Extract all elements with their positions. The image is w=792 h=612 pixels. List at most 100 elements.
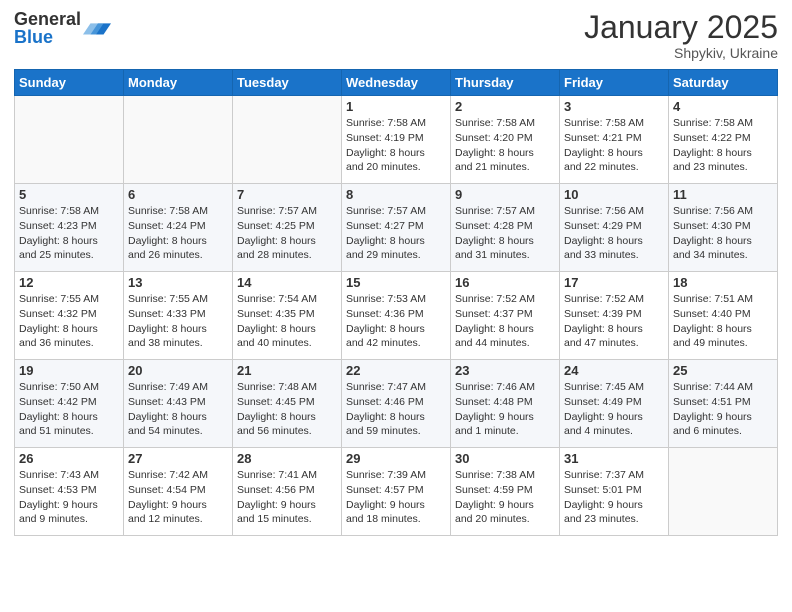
- header-friday: Friday: [560, 70, 669, 96]
- day-info-2-5: Sunrise: 7:52 AMSunset: 4:39 PMDaylight:…: [564, 292, 664, 351]
- day-info-4-3: Sunrise: 7:39 AMSunset: 4:57 PMDaylight:…: [346, 468, 446, 527]
- day-info-2-0: Sunrise: 7:55 AMSunset: 4:32 PMDaylight:…: [19, 292, 119, 351]
- day-num-0-5: 3: [564, 99, 664, 114]
- page-container: General Blue January 2025 Shpykiv, Ukrai…: [0, 0, 792, 542]
- month-title: January 2025: [584, 10, 778, 45]
- cell-2-0: 12 Sunrise: 7:55 AMSunset: 4:32 PMDayligh…: [15, 272, 124, 360]
- cell-4-1: 27 Sunrise: 7:42 AMSunset: 4:54 PMDayligh…: [124, 448, 233, 536]
- day-info-4-5: Sunrise: 7:37 AMSunset: 5:01 PMDaylight:…: [564, 468, 664, 527]
- day-info-4-4: Sunrise: 7:38 AMSunset: 4:59 PMDaylight:…: [455, 468, 555, 527]
- day-info-2-4: Sunrise: 7:52 AMSunset: 4:37 PMDaylight:…: [455, 292, 555, 351]
- day-info-0-5: Sunrise: 7:58 AMSunset: 4:21 PMDaylight:…: [564, 116, 664, 175]
- day-info-1-3: Sunrise: 7:57 AMSunset: 4:27 PMDaylight:…: [346, 204, 446, 263]
- day-num-3-0: 19: [19, 363, 119, 378]
- cell-2-4: 16 Sunrise: 7:52 AMSunset: 4:37 PMDayligh…: [451, 272, 560, 360]
- cell-0-2: [233, 96, 342, 184]
- cell-2-3: 15 Sunrise: 7:53 AMSunset: 4:36 PMDayligh…: [342, 272, 451, 360]
- logo-blue: Blue: [14, 28, 81, 46]
- cell-1-5: 10 Sunrise: 7:56 AMSunset: 4:29 PMDayligh…: [560, 184, 669, 272]
- cell-4-5: 31 Sunrise: 7:37 AMSunset: 5:01 PMDayligh…: [560, 448, 669, 536]
- cell-2-1: 13Sunrise: 7:55 AMSunset: 4:33 PMDayligh…: [124, 272, 233, 360]
- day-num-4-4: 30: [455, 451, 555, 466]
- logo-general: General: [14, 10, 81, 28]
- logo-icon: [83, 14, 111, 42]
- day-num-2-3: 15: [346, 275, 446, 290]
- day-info-1-1: Sunrise: 7:58 AMSunset: 4:24 PMDaylight:…: [128, 204, 228, 263]
- day-info-1-6: Sunrise: 7:56 AMSunset: 4:30 PMDaylight:…: [673, 204, 773, 263]
- day-num-3-2: 21: [237, 363, 337, 378]
- day-num-1-1: 6: [128, 187, 228, 202]
- day-num-4-3: 29: [346, 451, 446, 466]
- day-info-3-1: Sunrise: 7:49 AMSunset: 4:43 PMDaylight:…: [128, 380, 228, 439]
- day-info-1-4: Sunrise: 7:57 AMSunset: 4:28 PMDaylight:…: [455, 204, 555, 263]
- day-num-3-4: 23: [455, 363, 555, 378]
- day-num-3-5: 24: [564, 363, 664, 378]
- day-num-1-5: 10: [564, 187, 664, 202]
- cell-0-0: [15, 96, 124, 184]
- day-num-2-4: 16: [455, 275, 555, 290]
- cell-4-2: 28 Sunrise: 7:41 AMSunset: 4:56 PMDayligh…: [233, 448, 342, 536]
- cell-4-6: [669, 448, 778, 536]
- header-thursday: Thursday: [451, 70, 560, 96]
- cell-2-6: 18Sunrise: 7:51 AMSunset: 4:40 PMDayligh…: [669, 272, 778, 360]
- cell-0-4: 2 Sunrise: 7:58 AMSunset: 4:20 PMDaylight…: [451, 96, 560, 184]
- day-info-2-3: Sunrise: 7:53 AMSunset: 4:36 PMDaylight:…: [346, 292, 446, 351]
- days-header-row: Sunday Monday Tuesday Wednesday Thursday…: [15, 70, 778, 96]
- cell-1-2: 7Sunrise: 7:57 AMSunset: 4:25 PMDaylight…: [233, 184, 342, 272]
- logo: General Blue: [14, 10, 111, 46]
- day-num-2-5: 17: [564, 275, 664, 290]
- day-num-4-1: 27: [128, 451, 228, 466]
- day-num-2-6: 18: [673, 275, 773, 290]
- day-info-3-5: Sunrise: 7:45 AMSunset: 4:49 PMDaylight:…: [564, 380, 664, 439]
- cell-3-1: 20 Sunrise: 7:49 AMSunset: 4:43 PMDayligh…: [124, 360, 233, 448]
- day-num-1-4: 9: [455, 187, 555, 202]
- day-info-0-6: Sunrise: 7:58 AMSunset: 4:22 PMDaylight:…: [673, 116, 773, 175]
- cell-4-4: 30 Sunrise: 7:38 AMSunset: 4:59 PMDayligh…: [451, 448, 560, 536]
- cell-3-4: 23Sunrise: 7:46 AMSunset: 4:48 PMDayligh…: [451, 360, 560, 448]
- cell-1-1: 6 Sunrise: 7:58 AMSunset: 4:24 PMDaylight…: [124, 184, 233, 272]
- day-num-2-0: 12: [19, 275, 119, 290]
- day-info-3-2: Sunrise: 7:48 AMSunset: 4:45 PMDaylight:…: [237, 380, 337, 439]
- cell-0-5: 3 Sunrise: 7:58 AMSunset: 4:21 PMDaylight…: [560, 96, 669, 184]
- cell-1-4: 9 Sunrise: 7:57 AMSunset: 4:28 PMDaylight…: [451, 184, 560, 272]
- day-info-4-0: Sunrise: 7:43 AMSunset: 4:53 PMDaylight:…: [19, 468, 119, 527]
- header: General Blue January 2025 Shpykiv, Ukrai…: [14, 10, 778, 61]
- day-info-1-5: Sunrise: 7:56 AMSunset: 4:29 PMDaylight:…: [564, 204, 664, 263]
- location: Shpykiv, Ukraine: [584, 45, 778, 61]
- day-num-1-0: 5: [19, 187, 119, 202]
- cell-3-0: 19 Sunrise: 7:50 AMSunset: 4:42 PMDayligh…: [15, 360, 124, 448]
- day-num-4-5: 31: [564, 451, 664, 466]
- day-info-3-0: Sunrise: 7:50 AMSunset: 4:42 PMDaylight:…: [19, 380, 119, 439]
- week-row-1: 5Sunrise: 7:58 AMSunset: 4:23 PMDaylight…: [15, 184, 778, 272]
- day-num-0-4: 2: [455, 99, 555, 114]
- day-info-0-3: Sunrise: 7:58 AMSunset: 4:19 PMDaylight:…: [346, 116, 446, 175]
- cell-2-5: 17 Sunrise: 7:52 AMSunset: 4:39 PMDayligh…: [560, 272, 669, 360]
- day-num-3-3: 22: [346, 363, 446, 378]
- header-sunday: Sunday: [15, 70, 124, 96]
- cell-0-1: [124, 96, 233, 184]
- header-tuesday: Tuesday: [233, 70, 342, 96]
- cell-3-3: 22 Sunrise: 7:47 AMSunset: 4:46 PMDayligh…: [342, 360, 451, 448]
- cell-2-2: 14Sunrise: 7:54 AMSunset: 4:35 PMDayligh…: [233, 272, 342, 360]
- cell-1-3: 8Sunrise: 7:57 AMSunset: 4:27 PMDaylight…: [342, 184, 451, 272]
- day-num-4-0: 26: [19, 451, 119, 466]
- cell-1-6: 11 Sunrise: 7:56 AMSunset: 4:30 PMDayligh…: [669, 184, 778, 272]
- day-num-0-6: 4: [673, 99, 773, 114]
- day-info-4-1: Sunrise: 7:42 AMSunset: 4:54 PMDaylight:…: [128, 468, 228, 527]
- day-info-2-1: Sunrise: 7:55 AMSunset: 4:33 PMDaylight:…: [128, 292, 228, 351]
- day-num-3-1: 20: [128, 363, 228, 378]
- day-info-1-2: Sunrise: 7:57 AMSunset: 4:25 PMDaylight:…: [237, 204, 337, 263]
- cell-0-6: 4 Sunrise: 7:58 AMSunset: 4:22 PMDaylight…: [669, 96, 778, 184]
- header-wednesday: Wednesday: [342, 70, 451, 96]
- header-saturday: Saturday: [669, 70, 778, 96]
- day-info-0-4: Sunrise: 7:58 AMSunset: 4:20 PMDaylight:…: [455, 116, 555, 175]
- day-num-2-2: 14: [237, 275, 337, 290]
- day-info-3-6: Sunrise: 7:44 AMSunset: 4:51 PMDaylight:…: [673, 380, 773, 439]
- day-info-3-3: Sunrise: 7:47 AMSunset: 4:46 PMDaylight:…: [346, 380, 446, 439]
- day-num-4-2: 28: [237, 451, 337, 466]
- cell-4-0: 26 Sunrise: 7:43 AMSunset: 4:53 PMDayligh…: [15, 448, 124, 536]
- day-num-3-6: 25: [673, 363, 773, 378]
- day-num-1-6: 11: [673, 187, 773, 202]
- cell-3-2: 21 Sunrise: 7:48 AMSunset: 4:45 PMDayligh…: [233, 360, 342, 448]
- day-info-4-2: Sunrise: 7:41 AMSunset: 4:56 PMDaylight:…: [237, 468, 337, 527]
